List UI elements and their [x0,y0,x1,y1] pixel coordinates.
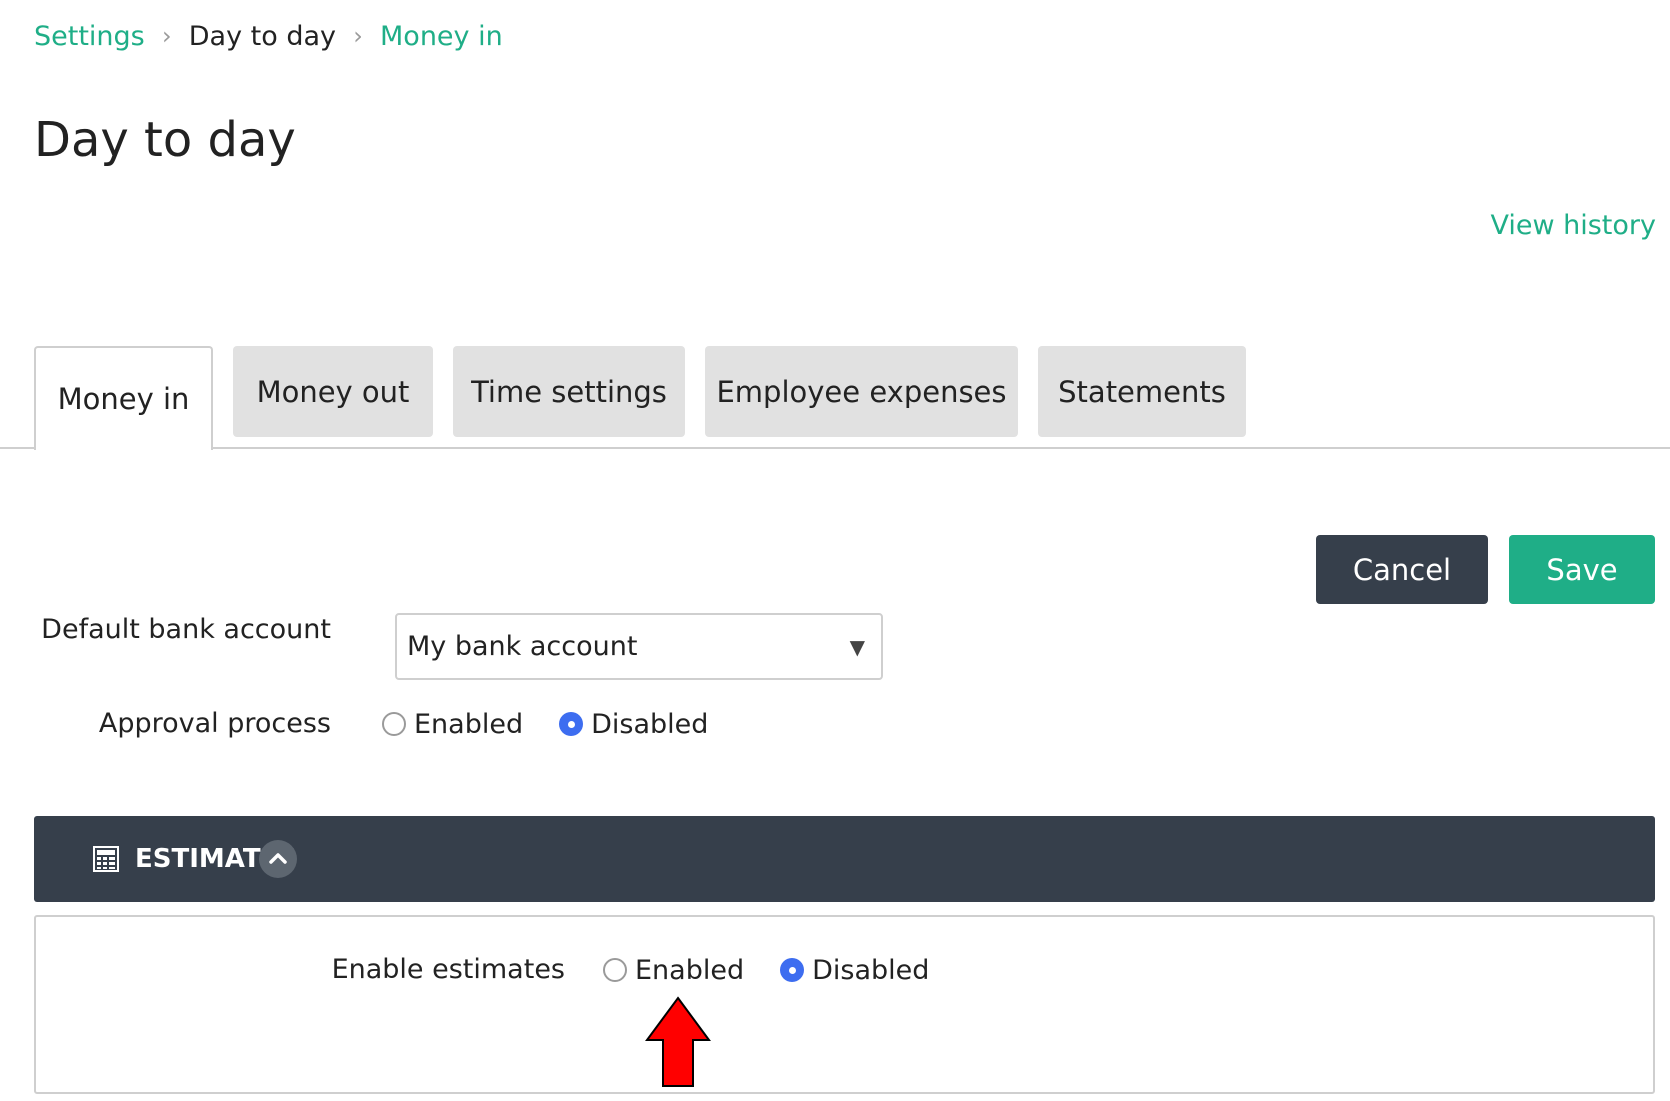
triangle-down-icon: ▼ [849,635,865,659]
chevron-up-icon [269,853,287,864]
approval-disabled-radio[interactable] [559,712,584,736]
chevron-right-icon: › [161,22,172,50]
red-arrow-up-icon [645,996,711,1087]
tab-employee-expenses[interactable]: Employee expenses [705,346,1018,437]
estimates-enabled-label: Enabled [635,954,745,986]
breadcrumb: Settings › Day to day › Money in [34,14,503,58]
approval-enabled-radio[interactable] [382,712,406,736]
view-history-link[interactable]: View history [1490,210,1656,241]
estimates-panel-body [34,915,1655,1094]
tab-money-in[interactable]: Money in [34,346,213,450]
breadcrumb-item-settings[interactable]: Settings [34,21,145,52]
estimates-enabled-option[interactable]: Enabled [603,955,744,986]
estimates-disabled-radio[interactable] [780,958,805,982]
chevron-right-icon: › [353,22,363,50]
approval-process-label: Approval process [98,708,331,739]
enable-estimates-label: Enable estimates [331,954,565,985]
tab-statements[interactable]: Statements [1038,346,1246,437]
approval-enabled-option[interactable]: Enabled [382,709,523,740]
enable-estimates-radio-group: Enabled Disabled [603,950,929,990]
collapse-estimates-button[interactable] [259,840,297,878]
tabs-divider [0,447,1670,449]
breadcrumb-item-day-to-day: Day to day [188,20,336,52]
tab-time-settings[interactable]: Time settings [453,346,685,437]
calculator-icon [93,846,119,872]
tab-money-out[interactable]: Money out [233,346,433,437]
estimates-disabled-label: Disabled [812,954,930,986]
approval-disabled-label: Disabled [591,708,709,740]
default-bank-account-value: My bank account [407,631,638,662]
default-bank-account-select[interactable]: My bank account ▼ [395,613,883,680]
estimates-disabled-option[interactable]: Disabled [780,955,929,986]
approval-enabled-label: Enabled [414,708,524,740]
default-bank-account-label: Default bank account [41,614,331,645]
approval-process-radio-group: Enabled Disabled [382,704,708,744]
breadcrumb-item-money-in[interactable]: Money in [380,21,503,52]
save-button[interactable]: Save [1509,535,1655,604]
page-title: Day to day [34,112,296,168]
cancel-button[interactable]: Cancel [1316,535,1488,604]
estimates-enabled-radio[interactable] [603,958,627,982]
approval-disabled-option[interactable]: Disabled [559,709,708,740]
